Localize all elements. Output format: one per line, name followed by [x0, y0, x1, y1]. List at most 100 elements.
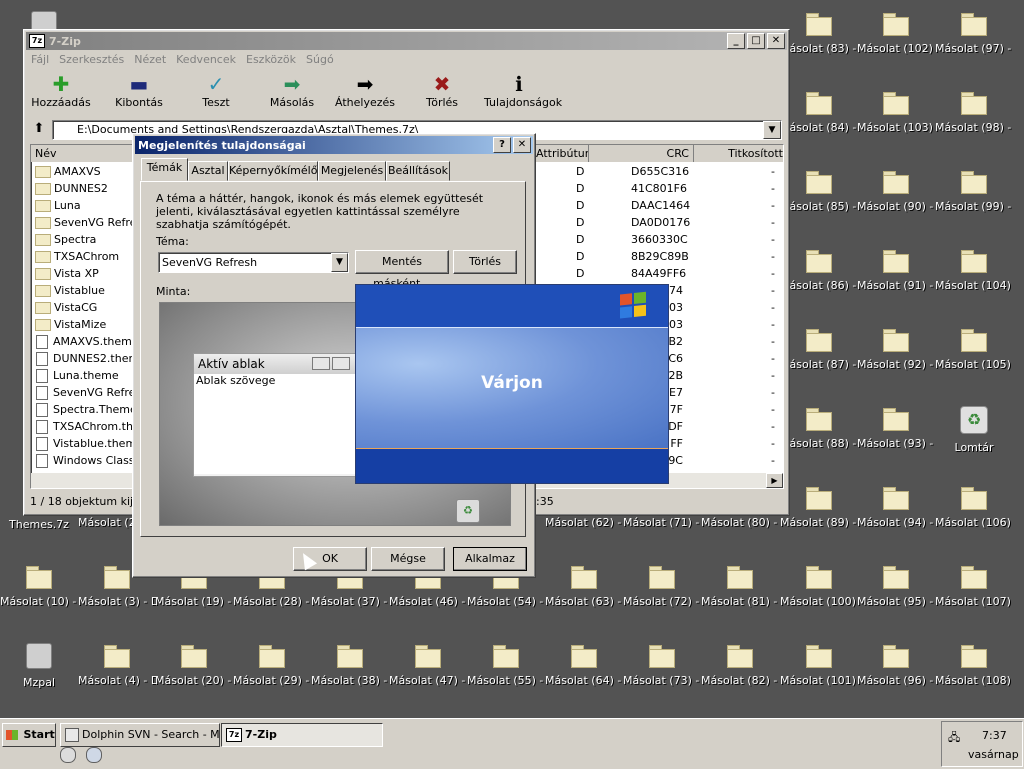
- desktop-icon[interactable]: M: [1012, 321, 1024, 395]
- desktop-icon[interactable]: Másolat (92) - DesktopGoo...: [857, 321, 935, 395]
- desktop-icon[interactable]: Másolat (108) - DesktopGoo...: [935, 637, 1013, 711]
- desktop-icon[interactable]: Másolat (89) - DesktopGoo...: [780, 479, 858, 553]
- desktop-icon-label: Themes.7z: [9, 519, 69, 531]
- desktop-icon[interactable]: Másolat (88) - DesktopGoo...: [780, 400, 858, 474]
- menu-item[interactable]: Fájl: [31, 53, 49, 66]
- up-folder-icon[interactable]: ⬆: [30, 121, 48, 139]
- path-dropdown-icon[interactable]: ▼: [763, 121, 781, 139]
- desktop-icon[interactable]: Másolat (84) - DesktopGoo...: [780, 84, 858, 158]
- apply-button[interactable]: Alkalmaz: [453, 547, 527, 571]
- toolbar-button[interactable]: ➡ Másolás: [257, 72, 327, 109]
- desktop-icon[interactable]: Mzpal: [0, 637, 78, 711]
- tab-4[interactable]: Beállítások: [386, 161, 450, 181]
- desktop-icon[interactable]: Másolat (10) - DesktopGo...: [0, 558, 78, 632]
- toolbar-button[interactable]: ▬ Kibontás: [104, 72, 174, 109]
- file-attr: D: [576, 216, 585, 229]
- desktop-icon[interactable]: Másolat (107) - DesktopGoo...: [935, 558, 1013, 632]
- minimize-button[interactable]: _: [727, 33, 745, 49]
- desktop-icon[interactable]: Másolat (47) - DesktopGo...: [389, 637, 467, 711]
- desktop-icon[interactable]: Másolat (94) - DesktopGoo...: [857, 479, 935, 553]
- desktop-icon[interactable]: Másolat (102) - DesktopGoo...: [857, 5, 935, 79]
- folder-icon: [35, 217, 51, 229]
- folder-icon: [961, 327, 987, 352]
- desktop-icon[interactable]: Másolat (73) - DesktopGo...: [623, 637, 701, 711]
- desktop-icon[interactable]: M: [1012, 242, 1024, 316]
- desktop-icon[interactable]: Másolat (83) - DesktopGoo...: [780, 5, 858, 79]
- menu-item[interactable]: Kedvencek: [176, 53, 236, 66]
- show-desktop-icon[interactable]: [60, 747, 76, 763]
- toolbar-button[interactable]: ✖ Törlés: [407, 72, 477, 109]
- desktop-icon[interactable]: Másolat (96) - DesktopGoo...: [857, 637, 935, 711]
- task-7zip[interactable]: 7z 7-Zip: [221, 723, 383, 747]
- desktop-icon[interactable]: Másolat (55) - DesktopGo...: [467, 637, 545, 711]
- desktop-icon[interactable]: M: [1012, 637, 1024, 711]
- toolbar-button[interactable]: ✓ Teszt: [181, 72, 251, 109]
- desktop-icon[interactable]: Másolat (103) - DesktopGoo...: [857, 84, 935, 158]
- desktop-icon[interactable]: M: [1012, 5, 1024, 79]
- desktop-icon[interactable]: Másolat (4) - DesktopGo...: [78, 637, 156, 711]
- desktop-icon[interactable]: ♻ Lomtár: [935, 400, 1013, 474]
- desktop-icon[interactable]: Másolat (105) - DesktopGoo...: [935, 321, 1013, 395]
- start-button[interactable]: Start: [2, 723, 56, 747]
- desktop-icon[interactable]: Másolat (104) - DesktopGoo...: [935, 242, 1013, 316]
- file-attr: D: [576, 182, 585, 195]
- tab-0[interactable]: Témák: [141, 158, 188, 181]
- file-crc: 41C801F6: [631, 182, 687, 195]
- help-button[interactable]: ?: [493, 137, 511, 153]
- desktop-icon[interactable]: Másolat (98) - DesktopGoo...: [935, 84, 1013, 158]
- desktop-icon[interactable]: M: [1012, 84, 1024, 158]
- toolbar-button[interactable]: ℹ Tulajdonságok: [484, 72, 562, 109]
- toolbar-button[interactable]: ✚ Hozzáadás: [26, 72, 96, 109]
- browser-icon[interactable]: [85, 747, 102, 763]
- desktop-icon[interactable]: Másolat (86) - DesktopGoo...: [780, 242, 858, 316]
- file-name: Spectra.Theme: [53, 403, 137, 416]
- desktop-icon[interactable]: Másolat (101) - DesktopGoo...: [780, 637, 858, 711]
- theme-select[interactable]: SevenVG Refresh ▼: [158, 252, 349, 273]
- tab-1[interactable]: Asztal: [188, 161, 228, 181]
- task-dolphin[interactable]: Dolphin SVN - Search - Mi...: [60, 723, 220, 747]
- desktop-icon[interactable]: Másolat (38) - DesktopGo...: [311, 637, 389, 711]
- column-attributes[interactable]: Attribútumok: [536, 145, 589, 162]
- network-tray-icon[interactable]: 🖧: [948, 729, 960, 748]
- desktop-icon[interactable]: Másolat (106) - DesktopGoo...: [935, 479, 1013, 553]
- desktop-icon[interactable]: Másolat (72) - DesktopGo...: [623, 558, 701, 632]
- desktop-icon[interactable]: Másolat (99) - DesktopGoo...: [935, 163, 1013, 237]
- desktop-icon[interactable]: Másolat (20) - DesktopGo...: [155, 637, 233, 711]
- tab-3[interactable]: Megjelenés: [318, 161, 386, 181]
- menu-item[interactable]: Eszközök: [246, 53, 296, 66]
- desktop-icon[interactable]: Másolat (90) - DesktopGoo...: [857, 163, 935, 237]
- desktop-icon[interactable]: Másolat (95) - DesktopGoo...: [857, 558, 935, 632]
- theme-dropdown-icon[interactable]: ▼: [331, 253, 348, 272]
- desktop-icon[interactable]: Másolat (63) - DesktopGo...: [545, 558, 623, 632]
- desktop-icon[interactable]: M: [1012, 558, 1024, 632]
- column-crc[interactable]: CRC: [589, 145, 694, 162]
- tab-2[interactable]: Képernyőkímélő: [228, 161, 318, 181]
- save-as-button[interactable]: Mentés másként...: [355, 250, 449, 290]
- column-encrypted[interactable]: Titkosított: [693, 145, 783, 162]
- desktop-icon[interactable]: Másolat (64) - DesktopGo...: [545, 637, 623, 711]
- desktop-icon[interactable]: Másolat (85) - DesktopGoo...: [780, 163, 858, 237]
- desktop-icon[interactable]: M: [1012, 479, 1024, 553]
- zip-titlebar[interactable]: 7z 7-Zip _ □ ✕: [26, 32, 787, 50]
- desktop-icon[interactable]: Másolat (81) - DesktopGo...: [701, 558, 779, 632]
- desktop-icon[interactable]: Másolat (97) - DesktopGoo...: [935, 5, 1013, 79]
- dialog-titlebar[interactable]: Megjelenítés tulajdonságai ? ✕: [135, 136, 533, 154]
- desktop-icon[interactable]: Másolat (93) - DesktopGoo...: [857, 400, 935, 474]
- desktop-icon[interactable]: Másolat (29) - DesktopGo...: [233, 637, 311, 711]
- desktop-icon[interactable]: Másolat (91) - DesktopGoo...: [857, 242, 935, 316]
- toolbar-button[interactable]: ➡ Áthelyezés: [330, 72, 400, 109]
- menu-item[interactable]: Súgó: [306, 53, 334, 66]
- close-button[interactable]: ✕: [767, 33, 785, 49]
- menu-item[interactable]: Nézet: [134, 53, 166, 66]
- cancel-button[interactable]: Mégse: [371, 547, 445, 571]
- theme-delete-button[interactable]: Törlés: [453, 250, 517, 274]
- maximize-button[interactable]: □: [747, 33, 765, 49]
- desktop-icon[interactable]: Másolat (82) - DesktopGo...: [701, 637, 779, 711]
- dialog-close-button[interactable]: ✕: [513, 137, 531, 153]
- menu-item[interactable]: Szerkesztés: [59, 53, 124, 66]
- desktop-icon[interactable]: Másolat (100) - DesktopGoo...: [780, 558, 858, 632]
- scroll-right-icon[interactable]: ▶: [766, 473, 783, 488]
- desktop-icon-label: Másolat (10) - DesktopGo...: [0, 596, 78, 608]
- desktop-icon[interactable]: Másolat (87) - DesktopGoo...: [780, 321, 858, 395]
- desktop-icon[interactable]: M: [1012, 163, 1024, 237]
